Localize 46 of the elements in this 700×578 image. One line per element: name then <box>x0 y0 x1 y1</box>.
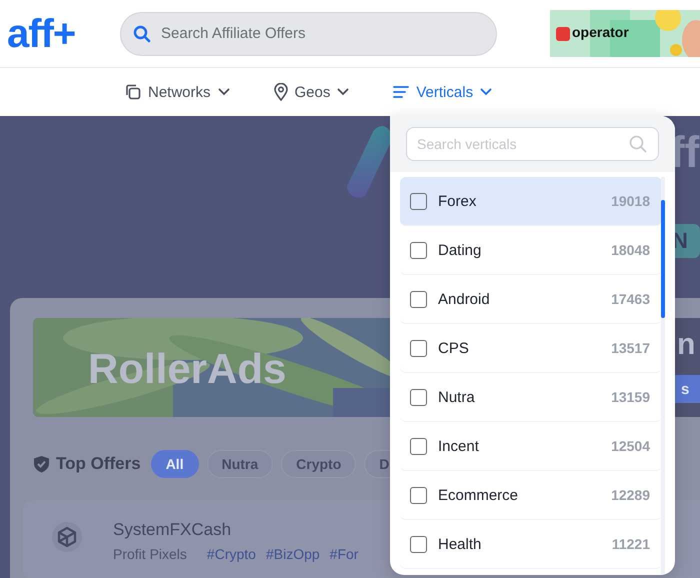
filter-chip[interactable]: All <box>150 450 199 478</box>
option-count: 13517 <box>611 340 650 356</box>
ad-text: operator <box>572 24 629 40</box>
option-count: 19018 <box>611 193 650 209</box>
filter-chip[interactable]: Crypto <box>281 450 356 478</box>
search-icon <box>133 24 151 42</box>
section-title: Top Offers <box>56 454 141 474</box>
chevron-icon <box>218 88 230 96</box>
checkbox[interactable] <box>410 438 427 454</box>
vertical-option[interactable]: Forex 19018 <box>400 177 662 226</box>
offer-name: SystemFXCash <box>113 520 232 540</box>
tag-link[interactable]: #BizOpp <box>266 546 320 562</box>
option-count: 13159 <box>611 389 650 405</box>
checkbox[interactable] <box>410 536 427 552</box>
chevron-icon <box>337 88 350 96</box>
option-count: 12289 <box>611 487 650 503</box>
option-count: 17463 <box>611 291 650 307</box>
shield-check-icon <box>33 455 50 473</box>
cube-icon <box>52 522 82 552</box>
search-field[interactable]: Search verticals <box>406 127 659 161</box>
location-pin-icon <box>274 83 288 101</box>
checkbox[interactable] <box>410 486 427 504</box>
checkbox[interactable] <box>410 192 427 210</box>
checkbox[interactable] <box>410 242 427 258</box>
copy-icon <box>125 84 141 100</box>
checkbox[interactable] <box>410 290 427 308</box>
checkbox[interactable] <box>410 388 427 406</box>
banner-logo: RollerAds <box>88 345 286 393</box>
nav-tab[interactable]: Networks <box>125 84 230 100</box>
option-count: 12504 <box>611 438 650 454</box>
tag-link[interactable]: #For <box>330 546 358 562</box>
banner-title: n <box>677 328 696 362</box>
option-count: 11221 <box>612 536 650 552</box>
checkbox[interactable] <box>410 340 427 356</box>
chevron-icon <box>480 88 492 96</box>
network-name: Profit Pixels <box>113 546 187 562</box>
nav-tab[interactable]: Verticals <box>393 84 492 100</box>
nav-tab[interactable]: Geos <box>274 83 350 101</box>
logo[interactable]: aff+ <box>7 14 95 54</box>
search-field[interactable]: Search Affiliate Offers <box>120 12 497 56</box>
option-count: 18048 <box>611 242 650 258</box>
menu-icon <box>393 85 410 99</box>
filter-chip[interactable]: Nutra <box>206 450 274 478</box>
search-icon <box>629 135 647 153</box>
tag-link[interactable]: #Crypto <box>206 546 256 562</box>
scrollbar[interactable] <box>661 177 665 575</box>
